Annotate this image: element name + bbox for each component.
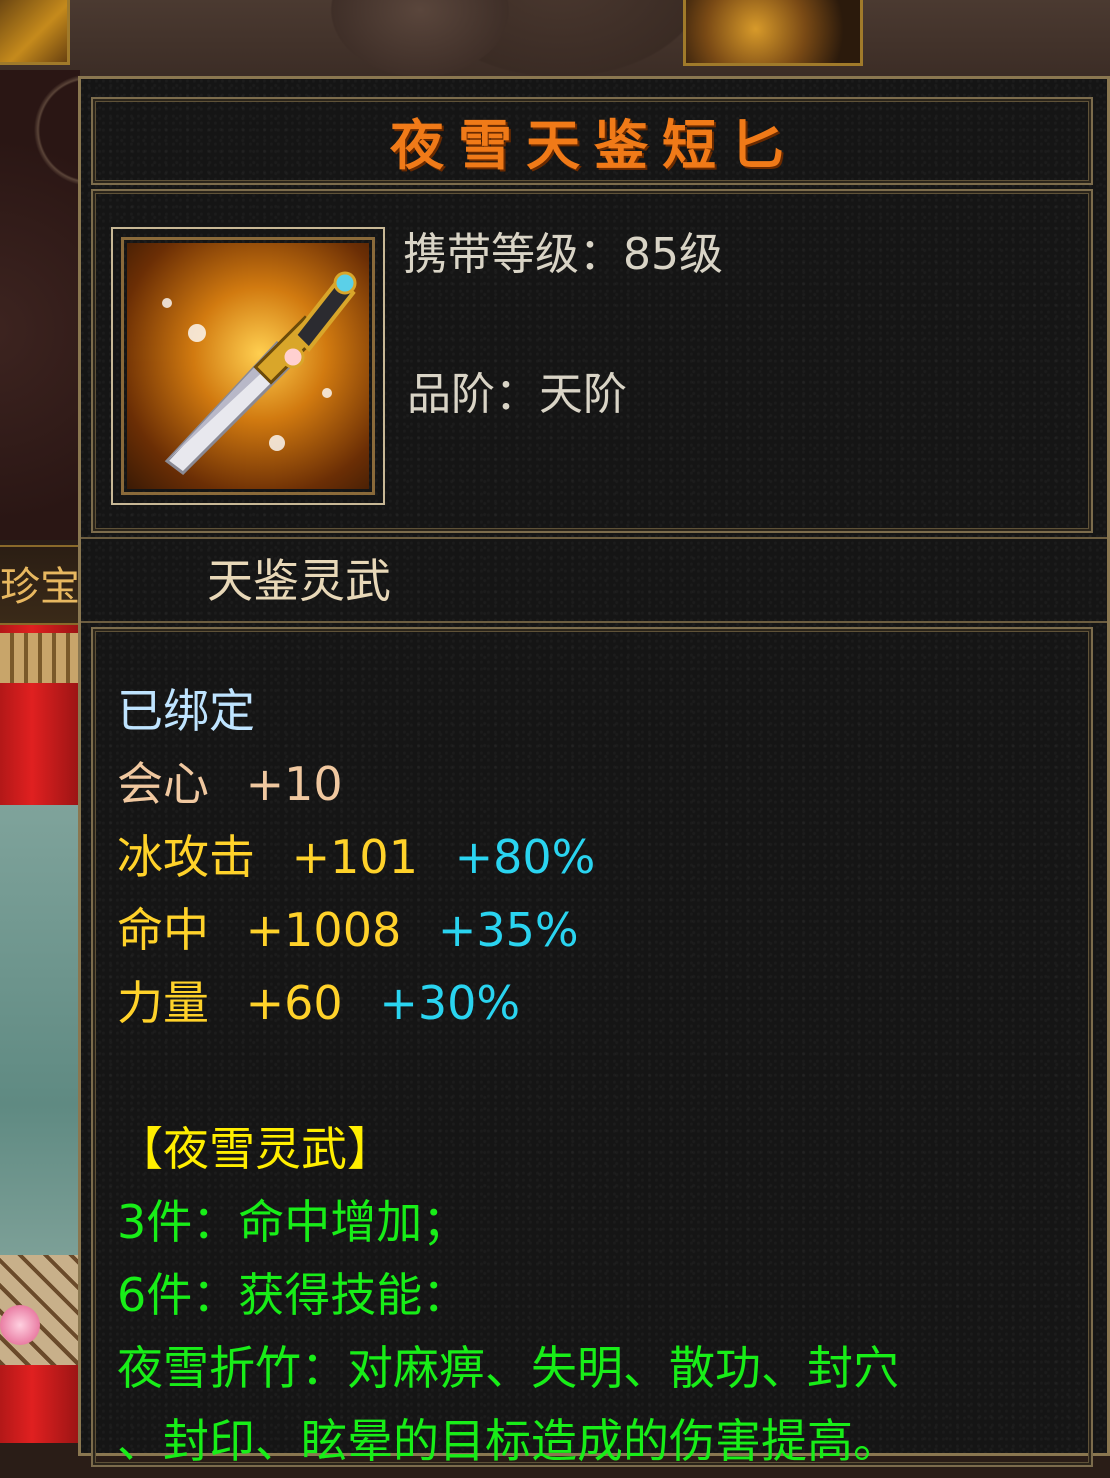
set-skill-line-1: 夜雪折竹：对麻痹、失明、散功、封穴 <box>117 1341 899 1395</box>
stat-bonus: +35% <box>437 903 579 957</box>
left-panel-tab-label: 珍宝 <box>0 564 80 610</box>
stat-name: 会心 <box>117 757 209 811</box>
equipment-slot-top-left[interactable] <box>0 0 70 65</box>
stat-name: 力量 <box>117 976 209 1030</box>
left-panel-tab[interactable]: 珍宝 <box>0 545 80 625</box>
dagger-icon <box>127 243 369 489</box>
set-bonus-3: 3件：命中增加； <box>117 1195 469 1249</box>
background-ornament-left <box>0 70 80 540</box>
attribute-list: 已绑定 会心 +10 冰攻击 +101 +80% 命中 +1008 +35% 力… <box>117 675 1087 1478</box>
bound-status: 已绑定 <box>117 684 255 738</box>
background-ornament <box>0 0 1110 80</box>
item-grade: 品阶：天阶 <box>407 369 627 420</box>
stat-bonus: +80% <box>454 830 596 884</box>
stat-row: 力量 +60 +30% <box>117 967 1087 1040</box>
stat-name: 冰攻击 <box>117 830 255 884</box>
item-tooltip: 夜雪天鉴短匕 携带等级：85级 品阶：天阶 天鉴灵武 已绑定 会心 +10 冰攻… <box>78 76 1110 1468</box>
stat-row: 冰攻击 +101 +80% <box>117 821 1087 894</box>
item-category: 天鉴灵武 <box>207 554 391 608</box>
stat-value: +10 <box>245 757 343 811</box>
item-icon-box <box>111 227 385 505</box>
set-title: 【夜雪灵武】 <box>117 1122 393 1176</box>
stat-value: +101 <box>291 830 418 884</box>
stat-name: 命中 <box>117 903 209 957</box>
stat-row: 命中 +1008 +35% <box>117 894 1087 967</box>
stat-value: +1008 <box>245 903 402 957</box>
stat-bonus: +30% <box>379 976 521 1030</box>
character-preview-area <box>0 625 80 1443</box>
stat-row: 会心 +10 <box>117 748 1087 821</box>
set-skill-line-2: 、封印、眩晕的目标造成的伤害提高。 <box>117 1414 899 1468</box>
stat-value: +60 <box>245 976 343 1030</box>
item-name: 夜雪天鉴短匕 <box>390 113 798 177</box>
set-bonus-6: 6件：获得技能： <box>117 1268 469 1322</box>
equipment-slot-top-right[interactable] <box>683 0 863 66</box>
carry-level: 携带等级：85级 <box>403 229 723 280</box>
